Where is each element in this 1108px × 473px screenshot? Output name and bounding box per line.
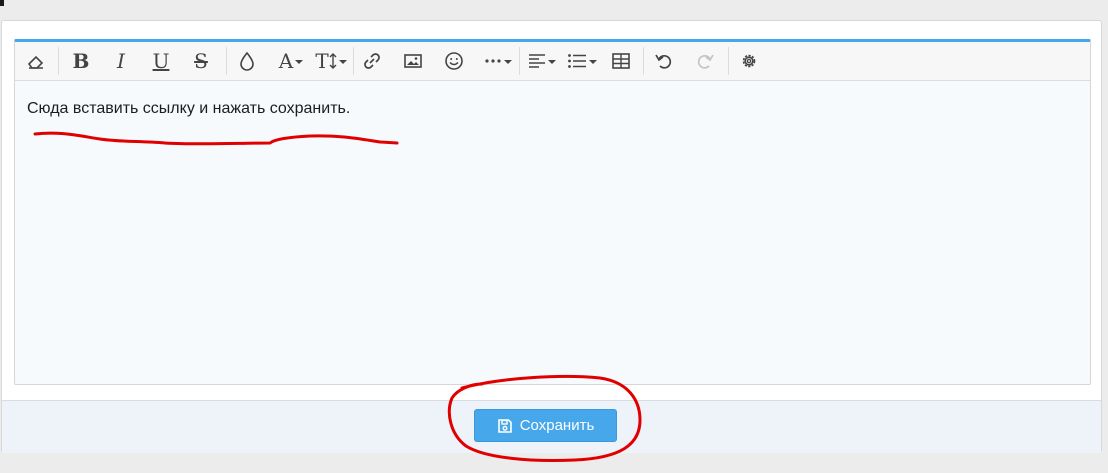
italic-icon[interactable]: I — [103, 46, 139, 76]
form-footer: Сохранить — [2, 400, 1101, 453]
toolbar-separator — [58, 47, 59, 75]
toolbar-separator — [226, 47, 227, 75]
dropdown-caret-icon — [504, 60, 512, 64]
text-color-icon[interactable] — [229, 46, 265, 76]
editor-toolbar: B I U S A T — [15, 42, 1090, 81]
redo-icon[interactable] — [687, 46, 723, 76]
emoji-icon[interactable] — [436, 46, 472, 76]
font-family-icon[interactable]: A — [271, 46, 311, 76]
rich-text-editor[interactable]: B I U S A T Сюда вставить ссылку и нажат… — [14, 39, 1091, 385]
dropdown-caret-icon — [548, 60, 556, 64]
dropdown-caret-icon — [338, 60, 347, 64]
link-icon[interactable] — [354, 46, 390, 76]
font-size-icon[interactable]: T — [311, 46, 351, 76]
save-button[interactable]: Сохранить — [474, 409, 617, 442]
editor-content-text[interactable]: Сюда вставить ссылку и нажать сохранить. — [27, 100, 350, 118]
reply-panel: B I U S A T Сюда вставить ссылку и нажат… — [1, 20, 1102, 453]
italic-letter: I — [117, 49, 125, 73]
bold-letter: B — [72, 49, 90, 73]
font-size-letter: T — [315, 49, 329, 73]
undo-icon[interactable] — [646, 46, 682, 76]
page-edge-mark — [0, 0, 4, 6]
bold-icon[interactable]: B — [63, 46, 99, 76]
save-icon — [497, 418, 512, 433]
table-icon[interactable] — [603, 46, 639, 76]
settings-icon[interactable] — [731, 46, 767, 76]
strikethrough-letter: S — [194, 49, 208, 73]
underline-icon[interactable]: U — [143, 46, 179, 76]
dropdown-caret-icon — [589, 60, 597, 64]
eraser-icon[interactable] — [18, 46, 54, 76]
image-icon[interactable] — [395, 46, 431, 76]
save-button-label: Сохранить — [519, 417, 595, 434]
list-icon[interactable] — [562, 46, 602, 76]
underline-letter: U — [152, 49, 170, 73]
align-icon[interactable] — [522, 46, 562, 76]
font-family-letter: A — [278, 49, 294, 73]
size-arrows-icon — [329, 53, 337, 69]
more-options-icon[interactable] — [477, 46, 519, 76]
toolbar-separator — [728, 47, 729, 75]
dropdown-caret-icon — [295, 60, 304, 64]
toolbar-separator — [643, 47, 644, 75]
toolbar-separator — [519, 47, 520, 75]
strikethrough-icon[interactable]: S — [183, 46, 219, 76]
